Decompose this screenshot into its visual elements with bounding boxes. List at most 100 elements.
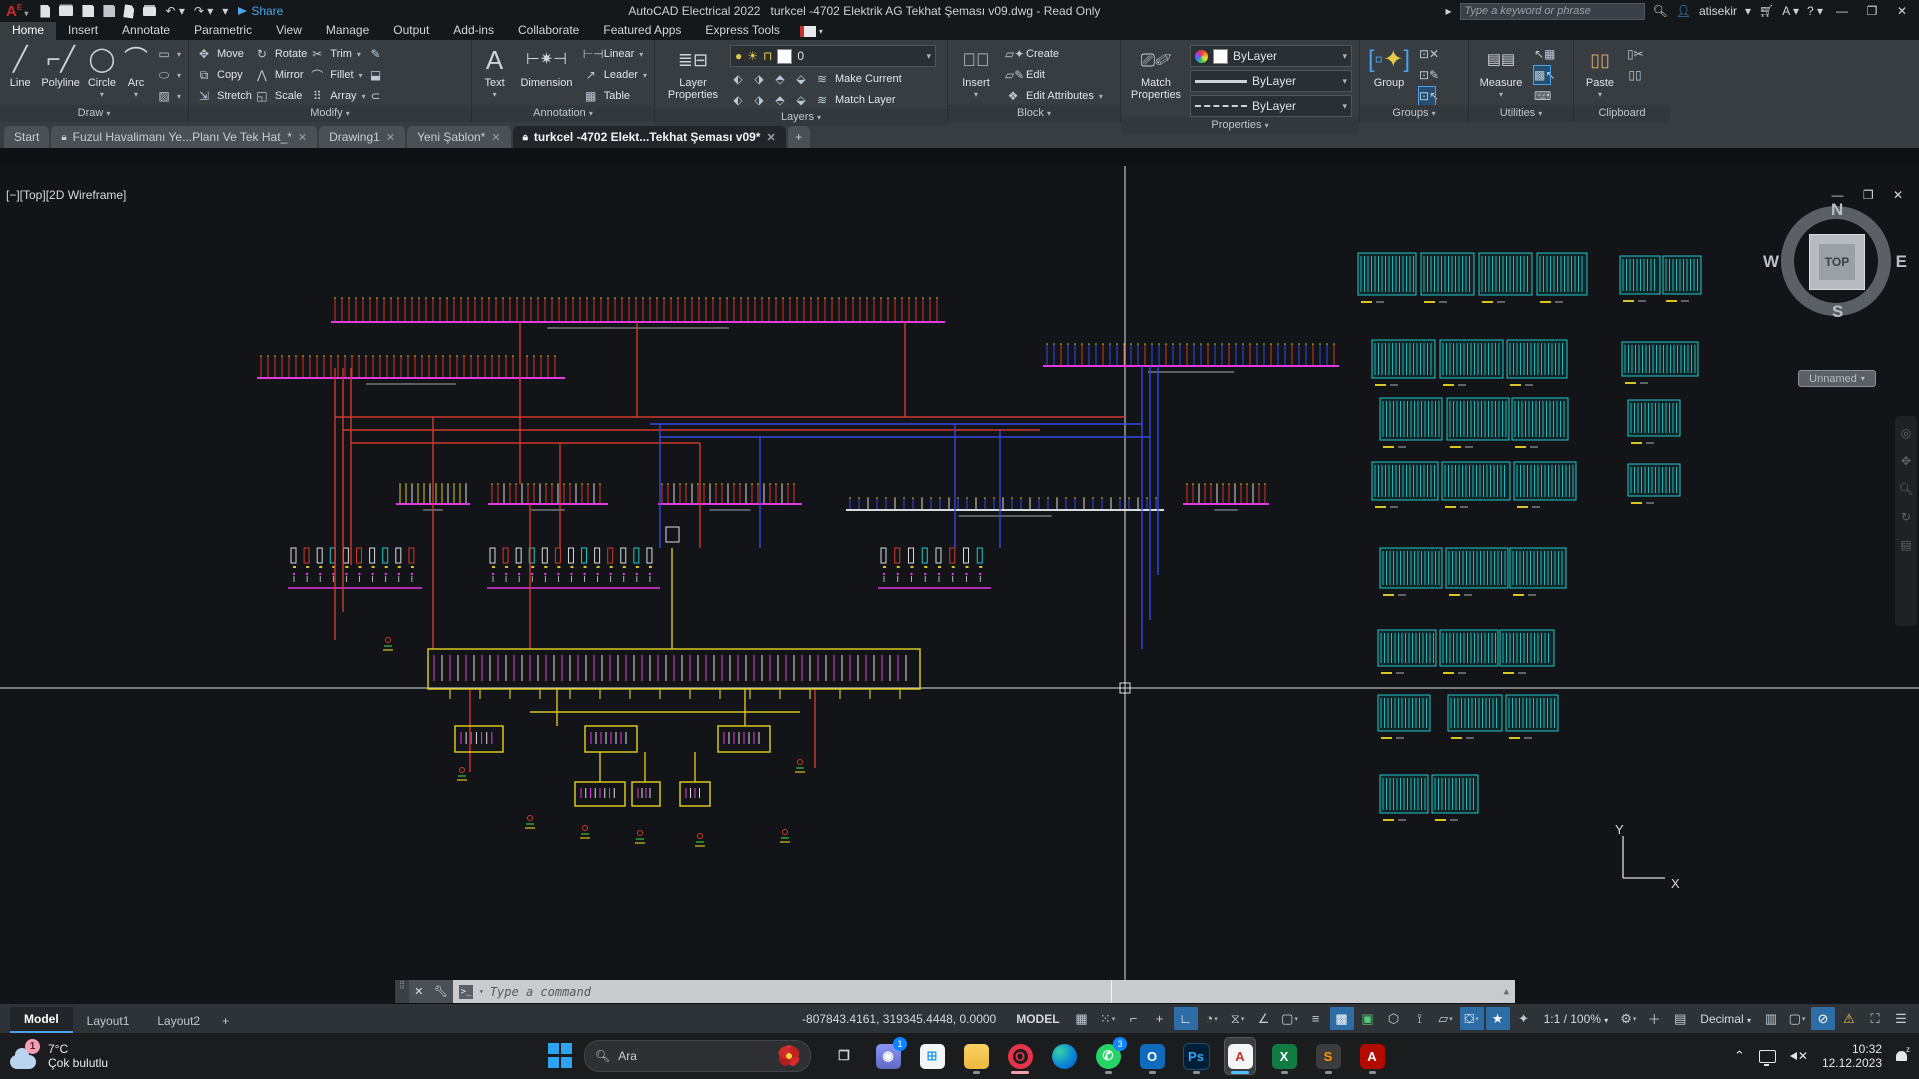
user-dropdown-icon[interactable]: ▾ (1745, 4, 1751, 18)
linetype-combo[interactable]: ByLayer▾ (1190, 95, 1352, 117)
viewcube-south[interactable]: S (1832, 302, 1843, 322)
leader-button[interactable]: ↗Leader▾ (583, 66, 647, 84)
edit-block-button[interactable]: ▱✎Edit (1005, 66, 1103, 84)
layout-tab-model[interactable]: Model (10, 1007, 73, 1033)
viewcube-east[interactable]: E (1896, 252, 1907, 272)
ribbon-tab-insert[interactable]: Insert (56, 22, 110, 40)
status-snap-reference-icon[interactable]: + (1148, 1007, 1172, 1030)
command-close-icon[interactable]: ✕ (414, 985, 423, 998)
dimension-button[interactable]: ⊢✷⊣Dimension (518, 43, 575, 89)
ribbon-tab-annotate[interactable]: Annotate (110, 22, 182, 40)
volume-muted-icon[interactable]: ✕ (1790, 1049, 1808, 1063)
status-workspace-switching-icon[interactable]: ⚙▾ (1616, 1007, 1640, 1030)
signed-in-user[interactable]: atisekir (1699, 4, 1737, 18)
panel-label-annotation[interactable]: Annotation ▾ (472, 105, 654, 122)
panel-label-modify[interactable]: Modify ▾ (189, 105, 471, 122)
layer-on-icon[interactable]: ● (735, 49, 742, 63)
undo-icon[interactable]: ↶ ▾ (165, 4, 184, 18)
minimize-button[interactable]: — (1831, 4, 1853, 18)
save-icon[interactable] (82, 5, 94, 17)
scale-button[interactable]: ◱Scale (254, 87, 307, 105)
offset-button[interactable]: ⊂ (368, 87, 384, 105)
whatsapp-app-icon[interactable]: ✆3 (1093, 1038, 1123, 1074)
full-navigation-wheel-icon[interactable]: ◎ (1901, 426, 1911, 440)
status-selection-filtering-icon[interactable]: ▱▾ (1434, 1007, 1458, 1030)
photoshop-app-icon[interactable]: Ps (1181, 1038, 1211, 1074)
annotation-scale-control[interactable]: 1:1 / 100% ▾ (1538, 1012, 1615, 1026)
status-lock-ui-icon[interactable]: ▢▾ (1785, 1007, 1809, 1030)
new-layout-button[interactable]: + (214, 1009, 237, 1033)
upload-icon[interactable] (124, 4, 136, 18)
file-tab[interactable]: 🔒︎Fuzul Havalimanı Ye...Planı Ve Tek Hat… (51, 126, 317, 148)
file-tab-close-icon[interactable]: ✕ (766, 131, 775, 144)
fillet-button[interactable]: ⌒Fillet▾ (309, 66, 365, 84)
ungroup-button[interactable]: ⊡✕ (1419, 45, 1435, 63)
status-graphics-performance-icon[interactable]: ⚠ (1837, 1007, 1861, 1030)
sublime-text-app-icon[interactable]: S (1313, 1038, 1343, 1074)
status-customization-plus-icon[interactable]: ＋ (1642, 1007, 1666, 1030)
search-icon[interactable]: 🔍︎ (1653, 4, 1668, 18)
close-button[interactable]: ✕ (1891, 4, 1913, 18)
layer-color-swatch[interactable] (777, 49, 792, 64)
ribbon-tab-collaborate[interactable]: Collaborate (506, 22, 591, 40)
clock[interactable]: 10:32 12.12.2023 (1822, 1042, 1882, 1070)
move-button[interactable]: ✥Move (196, 45, 252, 63)
layout-tab-layout1[interactable]: Layout1 (73, 1009, 144, 1033)
text-button[interactable]: AText▾ (479, 43, 510, 101)
paste-button[interactable]: ▯▯Paste▾ (1581, 43, 1619, 101)
edit-attributes-button[interactable]: ❖Edit Attributes▾ (1005, 87, 1103, 105)
excel-app-icon[interactable]: X (1269, 1038, 1299, 1074)
ribbon-tab-parametric[interactable]: Parametric (182, 22, 264, 40)
command-line-dock[interactable]: ⣿ ✕ 🔧︎ >_ ▾ Type a command ▲ (395, 980, 1515, 1003)
make-current-button[interactable]: ⬖⬗⬘⬙≋Make Current (730, 70, 940, 88)
ribbon-tab-view[interactable]: View (264, 22, 314, 40)
autocad-app-icon[interactable]: A (1225, 1038, 1255, 1074)
outlook-app-icon[interactable]: O (1137, 1038, 1167, 1074)
status-selection-cycling-icon[interactable]: ▣ (1356, 1007, 1380, 1030)
viewport-name-control[interactable]: Unnamed▾ (1798, 370, 1876, 387)
print-icon[interactable] (143, 7, 156, 16)
view-cube[interactable]: N S W E TOP (1781, 206, 1891, 316)
restore-button[interactable]: ❐ (1861, 4, 1883, 18)
polyline-button[interactable]: ⌐╱Polyline (41, 43, 80, 89)
help-search-input[interactable]: Type a keyword or phrase (1460, 3, 1645, 20)
lineweight-combo[interactable]: ByLayer▾ (1190, 70, 1352, 92)
status-isodraft-icon[interactable]: ⧖▾ (1226, 1007, 1250, 1030)
edge-app-icon[interactable] (1049, 1038, 1079, 1074)
opera-app-icon[interactable]: O (1005, 1038, 1035, 1074)
hatch-button[interactable]: ▨▾ (156, 87, 181, 105)
help-icon[interactable]: ? ▾ (1807, 4, 1823, 18)
viewport-label[interactable]: [−][Top][2D Wireframe] (6, 188, 126, 202)
showmotion-icon[interactable]: ▤ (1900, 538, 1911, 552)
open-file-icon[interactable] (59, 6, 73, 16)
ribbon-tab-add-ins[interactable]: Add-ins (441, 22, 506, 40)
status-object-snap-icon[interactable]: ▢▾ (1278, 1007, 1302, 1030)
copy-button[interactable]: ⧉Copy (196, 66, 252, 84)
model-space-toggle[interactable]: MODEL (1008, 1012, 1067, 1026)
microsoft-store-app-icon[interactable]: ⊞ (917, 1038, 947, 1074)
quick-select-button[interactable]: ↖▦ (1534, 45, 1550, 63)
chat-app-icon[interactable]: ◉1 (873, 1038, 903, 1074)
layer-freeze-icon[interactable]: ☀ (747, 49, 758, 63)
status-annotation-visibility-icon[interactable]: ★ (1486, 1007, 1510, 1030)
layer-select-combo[interactable]: ● ☀ ⊓ 0 ▾ (730, 45, 936, 67)
group-edit-button[interactable]: ⊡✎ (1419, 66, 1435, 84)
command-customize-icon[interactable]: 🔧︎ (434, 985, 448, 998)
drawing-window-controls[interactable]: — ❐ ✕ (1832, 188, 1911, 202)
panel-label-layers[interactable]: Layers ▾ (655, 109, 947, 126)
explode-button[interactable]: ⬓ (368, 66, 384, 84)
autocad-logo-icon[interactable]: AE ▾ (0, 0, 32, 24)
group-button[interactable]: [▫✦]Group (1367, 43, 1411, 89)
ribbon-tab-express-tools[interactable]: Express Tools (693, 22, 791, 40)
status-grid-display-icon[interactable]: ▦ (1070, 1007, 1094, 1030)
autodesk-apps-icon[interactable]: A ▾ (1782, 4, 1799, 18)
network-display-icon[interactable] (1759, 1050, 1776, 1063)
file-tab[interactable]: Start (4, 126, 49, 148)
new-drawing-tab-button[interactable]: + (788, 126, 810, 148)
pan-icon[interactable]: ✥ (1901, 454, 1911, 468)
file-tab-close-icon[interactable]: ✕ (386, 131, 395, 144)
drawing-canvas[interactable]: [−][Top][2D Wireframe] — ❐ ✕ N S W E TOP… (0, 166, 1919, 1004)
interop-tools-icon[interactable]: ▾ (792, 22, 831, 40)
quick-calculator-button[interactable]: ⌨ (1534, 87, 1550, 105)
status-properties-palette-icon[interactable]: ▥ (1759, 1007, 1783, 1030)
